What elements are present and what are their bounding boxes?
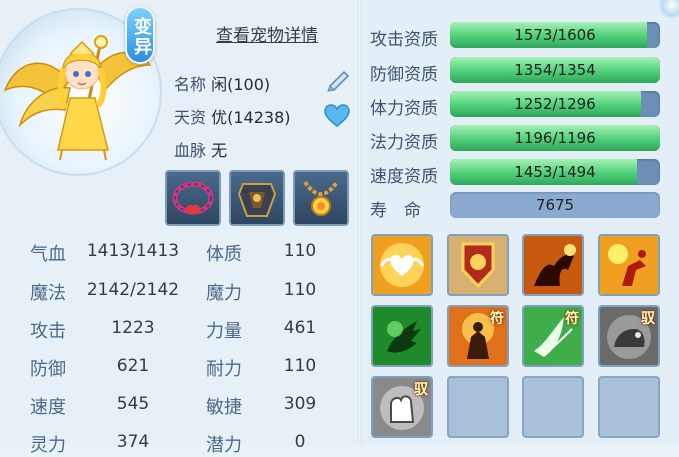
bloodline-value: 无	[211, 141, 228, 160]
attr-label: 灵力	[30, 435, 66, 456]
dark-armor-icon	[237, 183, 277, 217]
panel-divider	[358, 0, 361, 445]
attr-label: 潜力	[206, 435, 242, 456]
name-row: 名称 闲(100)	[174, 71, 270, 95]
attr-label: 防御	[30, 359, 66, 380]
aptitude-bar: 1354/1354	[450, 57, 660, 83]
aptitude-label: 防御资质	[370, 65, 438, 85]
name-value: 闲(100)	[211, 75, 271, 94]
aptitude-value: 1354/1354	[514, 61, 596, 79]
bloodline-row: 血脉 无	[174, 137, 227, 161]
edit-name-pen-icon[interactable]	[324, 66, 352, 92]
skill-slot[interactable]: 驭	[598, 305, 660, 367]
aptitude-label: 法力资质	[370, 133, 438, 153]
golden-shield-skill-icon	[449, 236, 507, 294]
equip-slot-collar[interactable]	[165, 170, 221, 226]
attr-value: 2142/2142	[86, 280, 180, 300]
attr-value: 110	[283, 356, 317, 376]
favorite-heart-icon[interactable]	[324, 104, 350, 128]
attr-label: 气血	[30, 244, 66, 265]
attr-value: 1223	[111, 318, 155, 338]
attr-value: 110	[283, 241, 317, 261]
lifespan-label: 寿 命	[370, 201, 421, 221]
attr-value: 374	[116, 432, 150, 452]
aptitude-bar: 1252/1296	[450, 91, 660, 117]
empty-skill-slot[interactable]	[598, 376, 660, 438]
view-pet-details-link[interactable]: 查看宠物详情	[216, 21, 318, 46]
aptitude-label: 速度资质	[370, 167, 438, 187]
attr-value: 0	[294, 432, 306, 452]
skill-tag: 符	[490, 311, 504, 327]
lifespan-bar: 7675	[450, 192, 660, 218]
attr-label: 攻击	[30, 321, 66, 342]
skill-slot[interactable]	[598, 234, 660, 296]
talent-label: 天资	[174, 108, 207, 127]
skill-tag: 驭	[414, 382, 428, 398]
attr-value: 1413/1413	[86, 241, 180, 261]
aptitude-bar: 1196/1196	[450, 125, 660, 151]
skill-slot[interactable]	[447, 234, 509, 296]
aptitude-label: 攻击资质	[370, 30, 438, 50]
attr-label: 耐力	[206, 359, 242, 380]
equip-slot-armor[interactable]	[229, 170, 285, 226]
aptitude-value: 1573/1606	[514, 26, 596, 44]
name-label: 名称	[174, 75, 207, 94]
talent-row: 天资 优(14238)	[174, 104, 291, 128]
aptitude-value: 1252/1296	[514, 95, 596, 113]
attr-label: 速度	[30, 397, 66, 418]
lifespan-value: 7675	[535, 196, 575, 214]
aptitude-bar: 1453/1494	[450, 159, 660, 185]
attr-value: 461	[283, 318, 317, 338]
skill-tag: 驭	[641, 311, 655, 327]
skill-slot[interactable]	[522, 234, 584, 296]
variant-badge: 变异	[125, 6, 155, 64]
attr-label: 敏捷	[206, 397, 242, 418]
skill-slot[interactable]: 驭	[371, 376, 433, 438]
aptitude-value: 1453/1494	[514, 163, 596, 181]
attr-value: 309	[283, 394, 317, 414]
attr-label: 体质	[206, 244, 242, 265]
equip-slot-necklace[interactable]	[293, 170, 349, 226]
skill-tag: 符	[565, 311, 579, 327]
green-claw-skill-icon	[373, 307, 431, 365]
empty-skill-slot[interactable]	[522, 376, 584, 438]
empty-skill-slot[interactable]	[447, 376, 509, 438]
red-collar-icon	[172, 181, 214, 215]
talent-value: 优(14238)	[211, 108, 291, 127]
attr-label: 魔力	[206, 283, 242, 304]
aptitude-bar: 1573/1606	[450, 22, 660, 48]
attr-value: 110	[283, 280, 317, 300]
bloodline-label: 血脉	[174, 141, 207, 160]
aptitude-value: 1196/1196	[514, 129, 596, 147]
attr-label: 魔法	[30, 283, 66, 304]
attr-value: 545	[116, 394, 150, 414]
skill-slot[interactable]	[371, 234, 433, 296]
gold-necklace-icon	[303, 180, 339, 216]
aptitude-label: 体力资质	[370, 99, 438, 119]
fire-dash-skill-icon	[600, 236, 658, 294]
skill-slot[interactable]: 符	[447, 305, 509, 367]
skill-slot[interactable]: 符	[522, 305, 584, 367]
winged-heart-skill-icon	[373, 236, 431, 294]
skill-slot[interactable]	[371, 305, 433, 367]
shadow-strike-skill-icon	[524, 236, 582, 294]
attr-value: 621	[116, 356, 150, 376]
attr-label: 力量	[206, 321, 242, 342]
